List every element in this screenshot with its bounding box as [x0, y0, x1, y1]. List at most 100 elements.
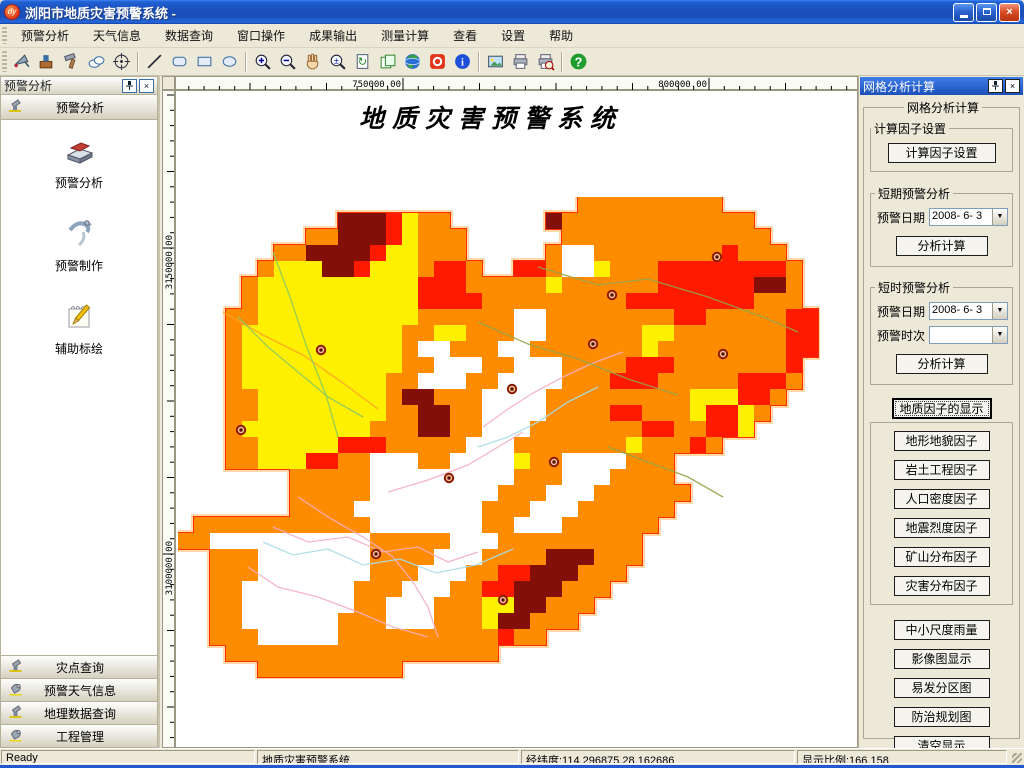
- town-marker-3[interactable]: [711, 251, 723, 263]
- section-bar-4[interactable]: 工程管理: [0, 725, 158, 748]
- cloud-icon[interactable]: [85, 50, 108, 73]
- help-icon[interactable]: ?: [567, 50, 590, 73]
- geo-factor-display-button[interactable]: 地质因子的显示: [891, 398, 992, 419]
- town-marker-1[interactable]: [315, 344, 327, 356]
- zoom-out-icon[interactable]: [276, 50, 299, 73]
- rect-tool-icon[interactable]: [193, 50, 216, 73]
- copy-icon[interactable]: [376, 50, 399, 73]
- town-marker-4[interactable]: [606, 289, 618, 301]
- menu-item-2[interactable]: 天气信息: [81, 24, 153, 47]
- factor-button-4[interactable]: 地震烈度因子: [893, 518, 990, 538]
- section-bar-1[interactable]: 灾点查询: [0, 656, 158, 679]
- pin-icon[interactable]: [122, 78, 137, 93]
- left-panel-header: 预警分析 ×: [0, 76, 158, 95]
- town-marker-5[interactable]: [587, 338, 599, 350]
- section-bar-label: 预警天气信息: [43, 683, 116, 698]
- factor-button-5[interactable]: 矿山分布因子: [893, 547, 990, 567]
- close-icon[interactable]: ×: [1005, 79, 1020, 93]
- short-time-date-select[interactable]: 2008- 6- 3 ▼: [929, 302, 1008, 320]
- resize-grip[interactable]: [1008, 749, 1024, 765]
- section-bar-label: 工程管理: [55, 729, 104, 744]
- short-time-legend: 短时预警分析: [878, 281, 951, 295]
- status-scale: 显示比例:166.158: [797, 750, 1007, 764]
- status-ready: Ready: [1, 750, 255, 764]
- chevron-down-icon[interactable]: ▼: [992, 303, 1007, 319]
- svg-text:3100000.00: 3100000.00: [165, 541, 174, 595]
- display-button-1[interactable]: 中小尺度雨量: [893, 620, 990, 640]
- display-button-5[interactable]: 清空显示: [893, 736, 990, 748]
- menu-item-8[interactable]: 设置: [489, 24, 537, 47]
- short-term-date-select[interactable]: 2008- 6- 3 ▼: [929, 208, 1008, 226]
- ellipse-tool-icon[interactable]: [218, 50, 241, 73]
- restore-button[interactable]: [976, 2, 997, 22]
- factor-button-1[interactable]: 地形地貌因子: [893, 431, 990, 451]
- chevron-down-icon[interactable]: ▼: [992, 327, 1007, 343]
- display-button-4[interactable]: 防治规划图: [893, 707, 990, 727]
- menu-item-1[interactable]: 预警分析: [9, 24, 81, 47]
- menubar-grip[interactable]: [2, 27, 7, 44]
- target-icon[interactable]: [110, 50, 133, 73]
- zoom-in-icon[interactable]: [251, 50, 274, 73]
- paint-icon[interactable]: [35, 50, 58, 73]
- town-marker-9[interactable]: [443, 472, 455, 484]
- menu-item-3[interactable]: 数据查询: [153, 24, 225, 47]
- line-tool-icon[interactable]: [143, 50, 166, 73]
- chevron-down-icon[interactable]: ▼: [992, 209, 1007, 225]
- section-warning-analysis[interactable]: 预警分析: [0, 95, 158, 120]
- refresh-icon[interactable]: ↻: [351, 50, 374, 73]
- info-icon[interactable]: i: [451, 50, 474, 73]
- factor-button-2[interactable]: 岩土工程因子: [893, 460, 990, 480]
- tool-item-1[interactable]: 预警分析: [1, 134, 157, 191]
- factor-setup-button[interactable]: 计算因子设置: [887, 143, 996, 163]
- factor-button-6[interactable]: 灾害分布因子: [893, 576, 990, 596]
- status-map-name: 地质灾害预警系统: [257, 750, 519, 764]
- stamp-icon: [7, 658, 25, 677]
- toolbar: ± ↻ i?: [0, 48, 1024, 76]
- svg-text:800000.00: 800000.00: [658, 80, 707, 90]
- town-marker-11[interactable]: [497, 594, 509, 606]
- town-marker-8[interactable]: [548, 456, 560, 468]
- menu-item-5[interactable]: 成果输出: [297, 24, 369, 47]
- print-preview-icon[interactable]: [534, 50, 557, 73]
- factor-button-3[interactable]: 人口密度因子: [893, 489, 990, 509]
- section-bar-label: 灾点查询: [55, 660, 104, 675]
- pin-icon[interactable]: [988, 79, 1003, 93]
- town-marker-7[interactable]: [506, 383, 518, 395]
- stop-icon[interactable]: [426, 50, 449, 73]
- roundrect-tool-icon[interactable]: [168, 50, 191, 73]
- short-time-hour-select[interactable]: ▼: [929, 326, 1008, 344]
- section-bar-2[interactable]: 预警天气信息: [0, 679, 158, 702]
- left-panel-title: 预警分析: [4, 79, 53, 93]
- display-button-2[interactable]: 影像图显示: [893, 649, 990, 669]
- town-marker-2[interactable]: [235, 424, 247, 436]
- toolbar-grip[interactable]: [2, 51, 7, 72]
- short-term-legend: 短期预警分析: [878, 187, 951, 201]
- restore-icon: [982, 7, 991, 15]
- pan-icon[interactable]: [301, 50, 324, 73]
- factor-setup-group: 计算因子设置 计算因子设置: [870, 120, 1013, 172]
- print-icon[interactable]: [509, 50, 532, 73]
- short-time-analyze-button[interactable]: 分析计算: [895, 354, 988, 374]
- menu-item-9[interactable]: 帮助: [537, 24, 585, 47]
- hammer-icon[interactable]: [60, 50, 83, 73]
- display-button-3[interactable]: 易发分区图: [893, 678, 990, 698]
- town-marker-6[interactable]: [717, 348, 729, 360]
- tool-item-2[interactable]: 预警制作: [1, 217, 157, 274]
- close-button[interactable]: ×: [999, 2, 1020, 22]
- tool-item-label: 预警分析: [54, 176, 103, 190]
- menu-item-7[interactable]: 查看: [441, 24, 489, 47]
- close-icon[interactable]: ×: [139, 78, 154, 93]
- short-term-analyze-button[interactable]: 分析计算: [895, 236, 988, 256]
- globe-icon[interactable]: [401, 50, 424, 73]
- town-marker-10[interactable]: [370, 548, 382, 560]
- antenna-icon[interactable]: [10, 50, 33, 73]
- hazard-warning-map[interactable]: [178, 197, 820, 679]
- zoom-extent-icon[interactable]: ±: [326, 50, 349, 73]
- image-icon[interactable]: [484, 50, 507, 73]
- minimize-button[interactable]: [953, 2, 974, 22]
- menu-item-4[interactable]: 窗口操作: [225, 24, 297, 47]
- menu-item-6[interactable]: 测量计算: [369, 24, 441, 47]
- map-canvas[interactable]: 地质灾害预警系统: [175, 90, 858, 748]
- tool-item-3[interactable]: 辅助标绘: [1, 300, 157, 357]
- section-bar-3[interactable]: 地理数据查询: [0, 702, 158, 725]
